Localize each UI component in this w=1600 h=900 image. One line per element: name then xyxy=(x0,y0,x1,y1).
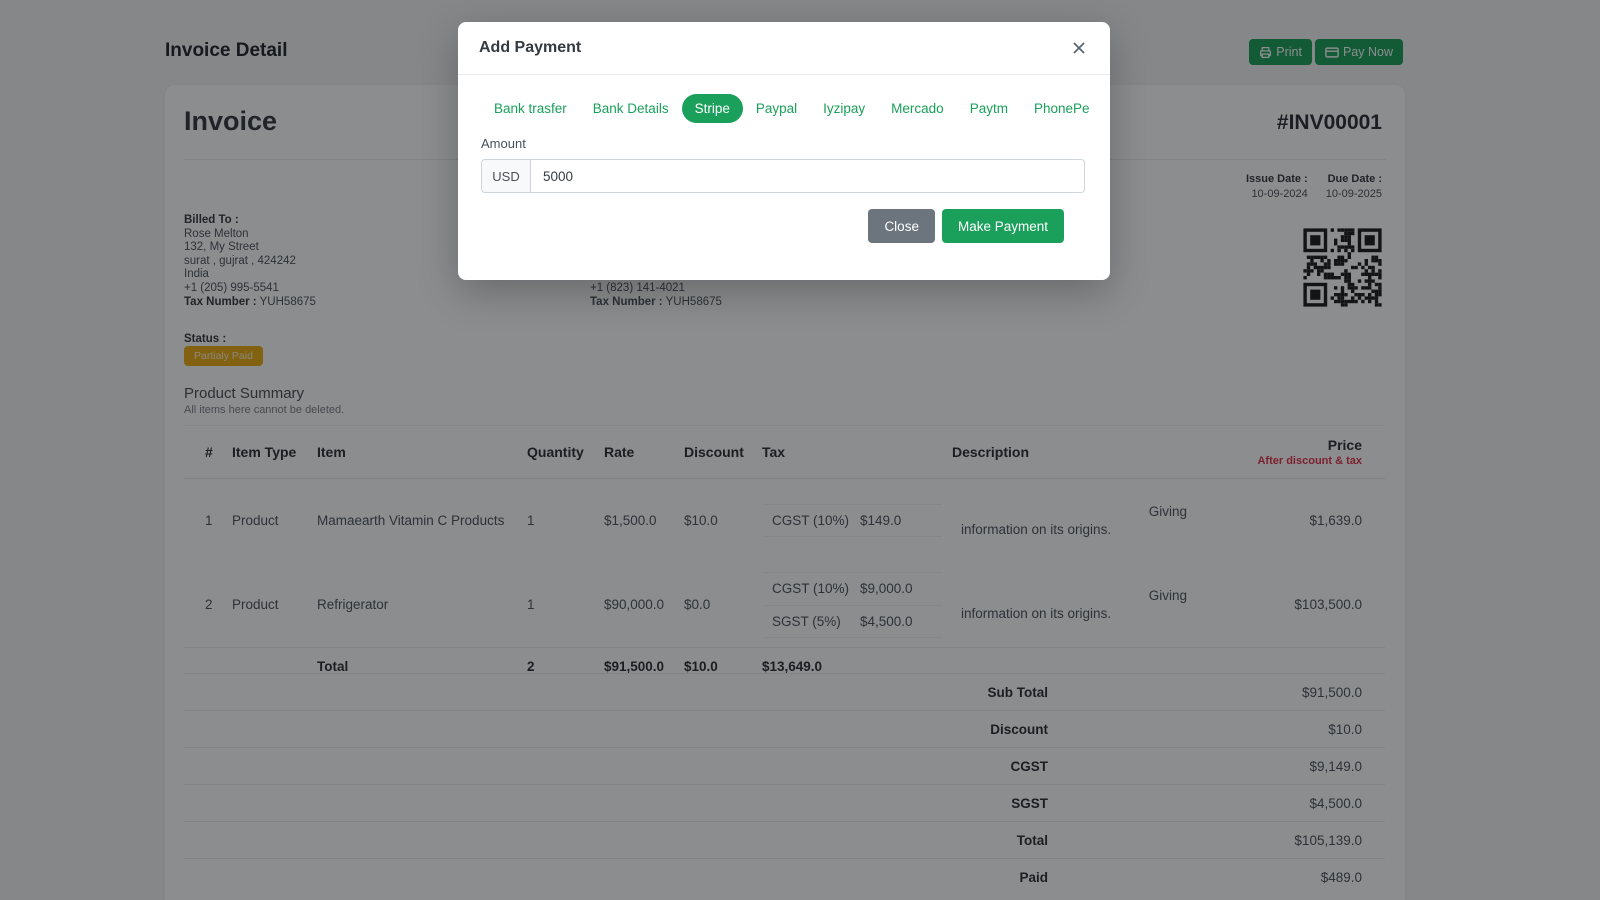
tab-paytm[interactable]: Paytm xyxy=(957,94,1021,123)
add-payment-modal: Add Payment Bank trasfer Bank Details St… xyxy=(458,22,1110,280)
tab-bank-details[interactable]: Bank Details xyxy=(580,94,682,123)
tab-bank-transfer[interactable]: Bank trasfer xyxy=(481,94,580,123)
modal-header: Add Payment xyxy=(458,22,1110,75)
amount-input[interactable] xyxy=(531,159,1085,193)
make-payment-button[interactable]: Make Payment xyxy=(941,209,1064,243)
currency-prefix: USD xyxy=(481,159,531,193)
amount-input-group: USD xyxy=(481,159,1085,193)
close-icon[interactable] xyxy=(1069,38,1089,58)
modal-body: Bank trasfer Bank Details Stripe Paypal … xyxy=(458,75,1110,243)
tab-paypal[interactable]: Paypal xyxy=(743,94,810,123)
tab-stripe[interactable]: Stripe xyxy=(681,94,743,123)
modal-title: Add Payment xyxy=(479,39,582,56)
payment-method-tabs: Bank trasfer Bank Details Stripe Paypal … xyxy=(481,94,1090,123)
amount-label: Amount xyxy=(481,136,526,151)
modal-close-button[interactable]: Close xyxy=(868,209,935,243)
tab-mercado[interactable]: Mercado xyxy=(878,94,957,123)
modal-footer: Close Make Payment xyxy=(481,193,1087,243)
tab-phonepe[interactable]: PhonePe xyxy=(1021,94,1103,123)
tab-iyzipay[interactable]: Iyzipay xyxy=(810,94,878,123)
